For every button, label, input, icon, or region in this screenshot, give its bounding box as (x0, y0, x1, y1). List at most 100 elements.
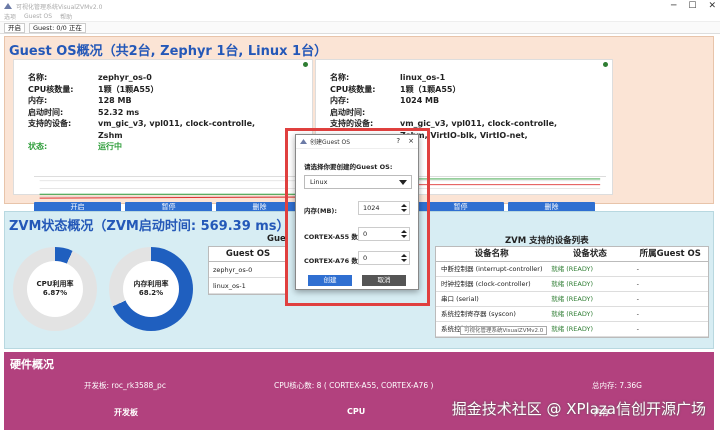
dialog-title: 创建Guest OS (310, 139, 351, 146)
device-owner: - (636, 325, 639, 333)
name-label: 名称: (28, 73, 48, 82)
mem-label: 内存: (330, 96, 350, 105)
name-label: 名称: (330, 73, 350, 82)
os-select-prompt: 请选择你要创建的Guest OS: (304, 163, 393, 171)
board-info: 开发板: roc_rk3588_pc (84, 381, 166, 390)
table-row[interactable]: 时钟控制器 (clock-controller) 就绪 (READY) - (436, 277, 708, 292)
cpu-label: CPU核数量: (330, 84, 376, 94)
header-device-owner: 所属Guest OS (639, 249, 701, 259)
boot-label: 启动时间: (330, 107, 366, 117)
memory-usage-donut: 内存利用率 68.2% (109, 247, 193, 331)
guest-devices: vm_gic_v3, vpl011, clock-controlle, (98, 119, 256, 128)
guest-status: 运行中 (98, 142, 122, 151)
devices-label: 支持的设备: (28, 119, 72, 128)
menu-bar: 选项 Guest OS 帮助 (0, 12, 720, 22)
app-logo-icon (4, 3, 12, 9)
table-row[interactable]: 串口 (serial) 就绪 (READY) - (436, 292, 708, 307)
a76-count-stepper[interactable]: 0 (358, 251, 410, 265)
board-column-header: 开发板 (114, 408, 138, 417)
guest-devices-more: Zshm (98, 130, 123, 140)
increment-icon[interactable] (401, 254, 407, 257)
cpu-usage-label: CPU利用率 (36, 280, 74, 288)
os-type-value: Linux (310, 178, 328, 186)
tab-start[interactable]: 开启 (4, 22, 25, 33)
minimize-icon[interactable]: ─ (671, 1, 676, 11)
app-tooltip: 可视化管理系统VisualZVMv2.0 (460, 326, 548, 335)
mem-label: 内存: (28, 96, 48, 105)
device-owner: - (636, 310, 639, 318)
cpu-label: CPU核数量: (28, 84, 74, 94)
device-status: 就绪 (READY) (551, 295, 594, 303)
device-status: 就绪 (READY) (551, 310, 594, 318)
a76-count-value: 0 (363, 254, 368, 262)
menu-item-options[interactable]: 选项 (4, 12, 16, 21)
table-row[interactable]: linux_os-1 (209, 278, 287, 294)
create-button[interactable]: 创建 (308, 275, 352, 286)
guest-name: linux_os-1 (400, 73, 446, 82)
a55-count-stepper[interactable]: 0 (358, 227, 410, 241)
device-list-table: 设备名称 设备状态 所属Guest OS 中断控制器 (interrupt-co… (435, 246, 709, 338)
device-status: 就绪 (READY) (551, 325, 594, 333)
zvm-section-title: ZVM状态概况（ZVM启动时间: 569.39 ms） (9, 219, 290, 234)
maximize-icon[interactable]: ☐ (688, 1, 696, 11)
close-icon[interactable]: × (408, 137, 414, 145)
decrement-icon[interactable] (401, 209, 407, 212)
device-owner: - (636, 265, 639, 273)
menu-item-guest-os[interactable]: Guest OS (24, 13, 52, 20)
a76-count-label: CORTEX-A76 数 (304, 257, 358, 265)
window-title: 可视化管理系统VisualZVMv2.0 (16, 3, 103, 11)
memory-label: 内存(MB): (304, 207, 337, 215)
cpu-usage-donut: CPU利用率 6.87% (13, 247, 97, 331)
guest-table-header: Guest OS (209, 247, 287, 262)
device-owner: - (636, 280, 639, 288)
guest-boot: 52.32 ms (98, 107, 140, 117)
a55-count-value: 0 (363, 230, 368, 238)
table-row[interactable]: 系统控制寄存器 (syscon) 就绪 (READY) - (436, 307, 708, 322)
table-row[interactable]: zephyr_os-0 (209, 262, 287, 278)
device-name: 串口 (serial) (441, 295, 479, 303)
guest-cpu: 1颗（1颗A55） (98, 84, 159, 94)
increment-icon[interactable] (401, 204, 407, 207)
hardware-section-title: 硬件概况 (10, 358, 54, 371)
window-titlebar: 可视化管理系统VisualZVMv2.0 (0, 0, 720, 12)
usage-sparkline (34, 176, 304, 199)
increment-icon[interactable] (401, 230, 407, 233)
guest-table-title: Gue (267, 234, 286, 244)
cancel-button[interactable]: 取消 (362, 275, 406, 286)
watermark: 掘金技术社区 @ XPlaza信创开源广场 (451, 400, 706, 418)
device-name: 系统控制寄存器 (syscon) (441, 310, 516, 318)
guest-card-zephyr: 名称: zephyr_os-0 CPU核数量: 1颗（1颗A55） 内存: 128 M… (13, 59, 313, 213)
header-device-name: 设备名称 (474, 249, 509, 259)
create-guest-dialog: 创建Guest OS ? × 请选择你要创建的Guest OS: Linux 内… (295, 134, 419, 290)
cpu-usage-value: 6.87% (42, 289, 68, 297)
status-label: 状态: (28, 142, 48, 151)
memory-info: 总内存: 7.36G (592, 381, 642, 390)
memory-usage-value: 68.2% (138, 289, 164, 297)
chevron-down-icon (399, 180, 407, 185)
table-row[interactable]: 中断控制器 (interrupt-controller) 就绪 (READY) - (436, 262, 708, 277)
guest-name: zephyr_os-0 (98, 73, 152, 82)
os-type-select[interactable]: Linux (304, 175, 412, 189)
boot-label: 启动时间: (28, 107, 64, 117)
decrement-icon[interactable] (401, 235, 407, 238)
device-name: 中断控制器 (interrupt-controller) (441, 265, 543, 273)
tab-guest[interactable]: Guest: 0/0 正在 (29, 22, 86, 33)
device-name: 时钟控制器 (clock-controller) (441, 280, 531, 288)
device-owner: - (636, 295, 639, 303)
decrement-icon[interactable] (401, 259, 407, 262)
device-table-title: ZVM 支持的设备列表 (505, 236, 589, 246)
memory-stepper[interactable]: 1024 (358, 201, 410, 215)
cpu-column-header: CPU (347, 407, 366, 416)
close-icon[interactable]: ✕ (708, 1, 716, 11)
app-logo-icon (300, 139, 307, 144)
memory-usage-label: 内存利用率 (133, 280, 169, 288)
window-controls: ─ ☐ ✕ (671, 1, 716, 11)
status-dot-icon (603, 62, 608, 67)
cpu-cores-info: CPU核心数: 8 ( CORTEX-A55, CORTEX-A76 ) (274, 381, 434, 390)
device-status: 就绪 (READY) (551, 265, 594, 273)
menu-item-help[interactable]: 帮助 (60, 12, 72, 21)
guest-mem: 1024 MB (400, 96, 440, 105)
guest-cpu: 1颗（1颗A55） (400, 84, 461, 94)
help-icon[interactable]: ? (396, 137, 400, 145)
device-table-header: 设备名称 设备状态 所属Guest OS (436, 247, 708, 262)
